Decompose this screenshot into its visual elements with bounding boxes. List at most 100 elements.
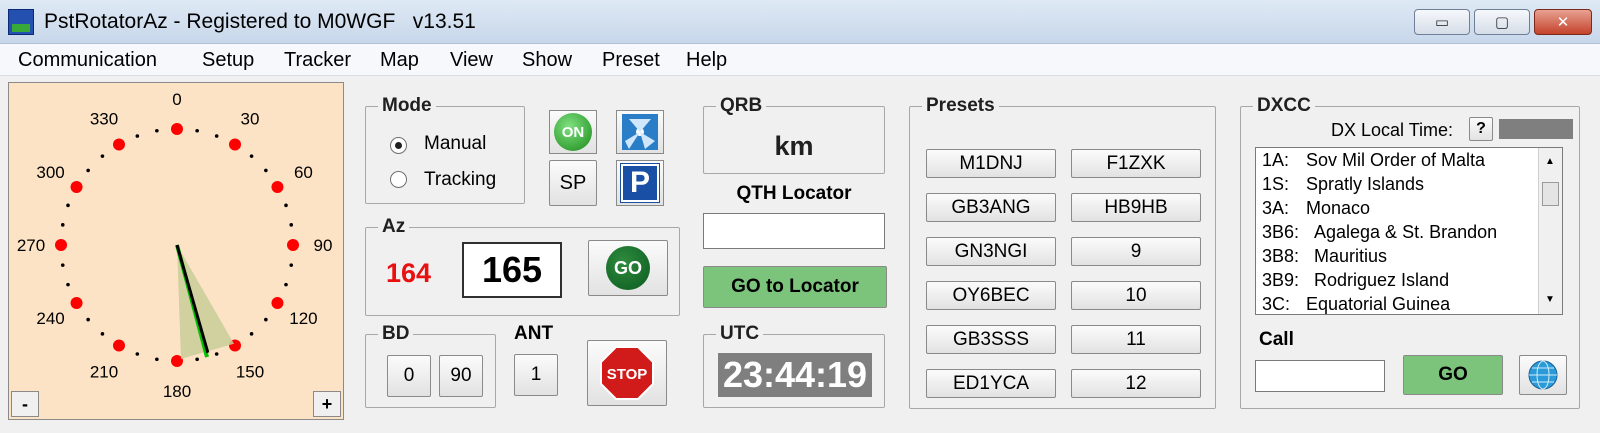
tracking-radio[interactable] [390,171,407,188]
dial-minor-dot [100,332,105,336]
dial-plus-button[interactable]: + [313,391,341,417]
go-to-locator-button[interactable]: GO to Locator [703,266,887,308]
utc-clock: 23:44:19 [718,353,872,397]
call-go-button[interactable]: GO [1403,355,1503,395]
dial-major-dot [70,181,83,193]
globe-button[interactable] [1519,355,1567,395]
dial-minor-dot [284,203,288,208]
menu-help[interactable]: Help [686,49,727,72]
title-bar: PstRotatorAz - Registered to M0WGF v13.5… [0,0,1600,44]
call-input[interactable] [1255,360,1385,392]
preset-button[interactable]: GB3SSS [926,325,1056,354]
preset-button[interactable]: M1DNJ [926,149,1056,178]
dial-label: 240 [36,309,64,328]
preset-button[interactable]: HB9HB [1071,193,1201,222]
manual-radio[interactable] [390,137,407,154]
bd-title: BD [378,323,414,345]
dxcc-scrollbar[interactable]: ▲ ▼ [1538,148,1562,314]
menu-tracker[interactable]: Tracker [284,49,351,72]
maximize-icon: ▢ [1494,14,1510,31]
dx-local-time-display [1499,119,1573,139]
dial-label: 150 [236,362,264,381]
menu-setup[interactable]: Setup [202,49,254,72]
list-item[interactable]: 3B9: Rodriguez Island [1262,270,1449,291]
manual-label: Manual [424,133,487,154]
utc-title: UTC [716,323,764,345]
dial-minus-button[interactable]: - [11,391,39,417]
qth-label: QTH Locator [736,183,852,204]
azimuth-dial[interactable]: 0 30 60 90 120 150 180 210 240 270 300 3… [8,82,344,420]
stop-button[interactable]: STOP [587,340,667,406]
window-title: PstRotatorAz - Registered to M0WGF v13.5… [44,10,476,33]
tracking-label: Tracking [424,169,497,190]
list-item[interactable]: 3A: Monaco [1262,198,1370,219]
dial-canvas[interactable]: 0 30 60 90 120 150 180 210 240 270 300 3… [9,83,345,421]
dial-major-dot [113,138,125,151]
sp-button[interactable]: SP [549,160,597,206]
dial-minor-dot [264,317,268,322]
on-button[interactable]: ON [549,110,597,154]
target-azimuth-input[interactable]: 165 [462,242,562,298]
stop-label: STOP [607,366,648,383]
scroll-thumb[interactable] [1542,182,1559,206]
dial-minor-dot [66,203,70,208]
preset-button[interactable]: OY6BEC [926,281,1056,310]
antenna-button[interactable] [616,110,664,154]
list-item[interactable]: 3B6: Agalega & St. Brandon [1262,222,1497,243]
menu-show[interactable]: Show [522,49,572,72]
minimize-button[interactable]: ▭ [1414,9,1470,35]
dial-minor-dot [214,352,219,356]
dial-minor-dot [289,223,294,227]
preset-button[interactable]: GN3NGI [926,237,1056,266]
qth-locator-input[interactable] [703,213,885,249]
scroll-up-icon[interactable]: ▲ [1545,156,1555,167]
close-button[interactable]: ✕ [1534,9,1592,35]
menu-map[interactable]: Map [380,49,419,72]
park-button[interactable]: P [616,160,664,206]
preset-button[interactable]: ED1YCA [926,369,1056,398]
bd-90-button[interactable]: 90 [439,355,483,397]
dial-major-dot [70,297,83,309]
dial-label: 180 [163,382,191,401]
preset-button[interactable]: 11 [1071,325,1201,354]
list-item[interactable]: 3B8: Mauritius [1262,246,1387,267]
dial-minor-dot [86,317,90,322]
dial-label: 120 [289,309,317,328]
bd-0-button[interactable]: 0 [387,355,431,397]
presets-title: Presets [922,95,999,117]
list-item[interactable]: 1A: Sov Mil Order of Malta [1262,150,1485,171]
app-icon [8,9,34,35]
menu-communication[interactable]: Communication [18,49,157,72]
dial-minor-dot [135,352,140,356]
preset-button[interactable]: GB3ANG [926,193,1056,222]
dx-help-button[interactable]: ? [1469,117,1493,141]
list-item[interactable]: 1S: Spratly Islands [1262,174,1424,195]
az-go-button[interactable]: GO [588,240,668,296]
preset-button[interactable]: 12 [1071,369,1201,398]
go-icon: GO [606,246,650,290]
dial-label: 60 [294,163,313,182]
list-item[interactable]: 3C: Equatorial Guinea [1262,294,1450,315]
ant-button[interactable]: 1 [514,354,558,396]
dxcc-list[interactable]: 1A: Sov Mil Order of Malta 1S: Spratly Isl… [1255,147,1563,315]
menu-view[interactable]: View [450,49,493,72]
dial-label: 270 [17,236,45,255]
dial-minor-dot [135,134,140,138]
scroll-down-icon[interactable]: ▼ [1545,294,1555,305]
ant-title: ANT [514,323,554,344]
parking-icon: P [620,163,660,203]
dial-label: 300 [36,163,64,182]
preset-button[interactable]: F1ZXK [1071,149,1201,178]
dial-label: 0 [172,90,181,109]
bd-group: BD 0 90 [365,323,496,408]
menu-preset[interactable]: Preset [602,49,660,72]
qrb-unit: km [774,131,814,161]
preset-button[interactable]: 10 [1071,281,1201,310]
dial-minor-dot [264,168,268,173]
dial-minor-dot [214,134,219,138]
globe-icon [1528,360,1558,390]
stop-icon: STOP [600,346,654,400]
maximize-button[interactable]: ▢ [1474,9,1530,35]
preset-button[interactable]: 9 [1071,237,1201,266]
az-title: Az [378,216,410,238]
